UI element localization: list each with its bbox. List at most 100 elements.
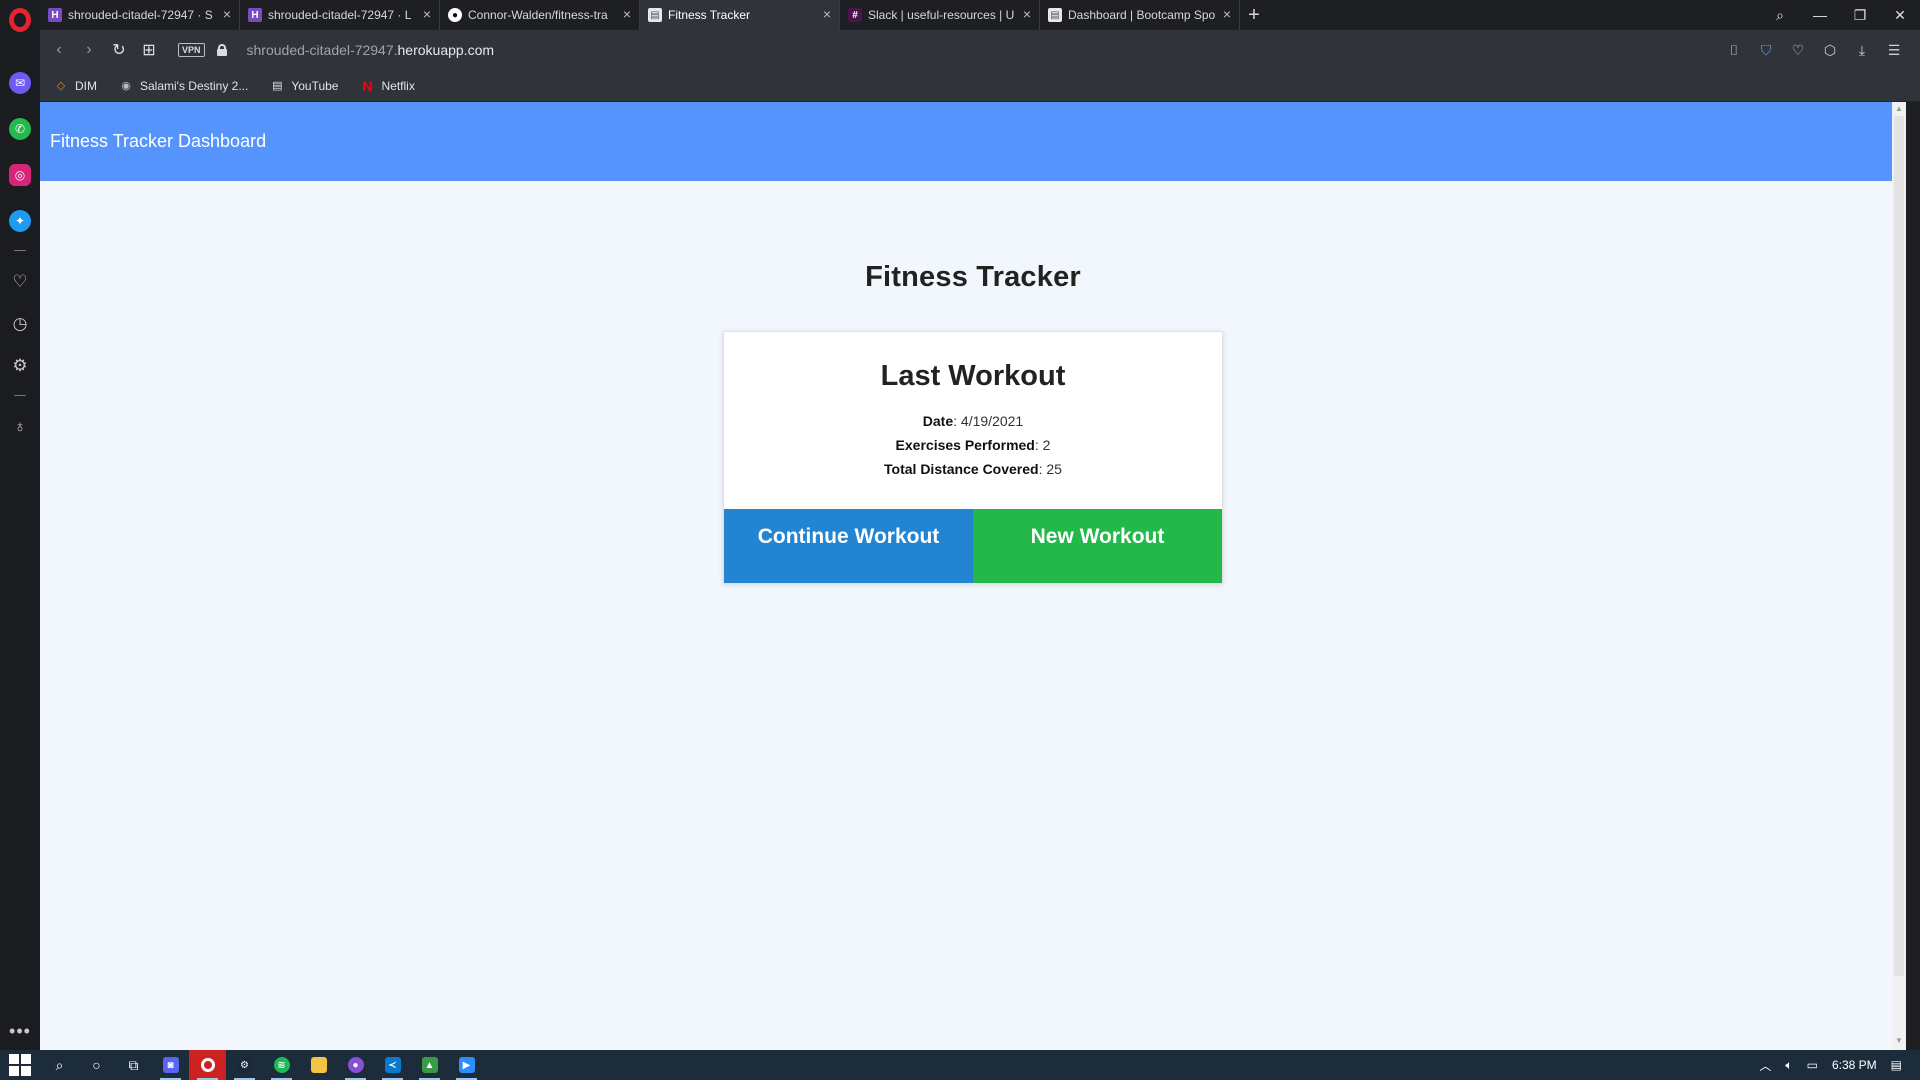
easy-setup-menu-icon[interactable]: ☰ bbox=[1878, 42, 1910, 59]
github-desktop-icon[interactable]: ● bbox=[337, 1050, 374, 1080]
close-tab-icon[interactable]: × bbox=[1223, 7, 1231, 21]
address-bar-actions: ⌷ ⛉ ♡ ⬡ ⤓ ☰ bbox=[1718, 30, 1910, 70]
sidebar-divider bbox=[14, 250, 26, 251]
bookmark-destiny[interactable]: ◉ Salami's Destiny 2... bbox=[119, 79, 248, 93]
browser-tab[interactable]: H shrouded-citadel-72947 · L × bbox=[240, 0, 440, 30]
windows-start-icon[interactable] bbox=[9, 1054, 31, 1076]
vscode-icon[interactable]: ≺ bbox=[374, 1050, 411, 1080]
adblock-shield-icon[interactable]: ⛉ bbox=[1750, 42, 1782, 59]
new-tab-plus-icon[interactable]: + bbox=[1240, 0, 1268, 30]
page-viewport: Fitness Tracker Dashboard Fitness Tracke… bbox=[40, 102, 1906, 1050]
browser-tab[interactable]: H shrouded-citadel-72947 · S × bbox=[40, 0, 240, 30]
scroll-down-arrow-icon[interactable]: ▼ bbox=[1892, 1036, 1906, 1048]
scroll-up-arrow-icon[interactable]: ▲ bbox=[1892, 104, 1906, 116]
bookmark-heart-icon[interactable]: ♡ bbox=[1782, 42, 1814, 59]
vpn-badge[interactable]: VPN bbox=[178, 43, 205, 57]
browser-tab[interactable]: ▤ Dashboard | Bootcamp Spo × bbox=[1040, 0, 1240, 30]
tab-strip: H shrouded-citadel-72947 · S × H shroude… bbox=[40, 0, 1920, 30]
back-arrow-icon[interactable]: ‹ bbox=[44, 35, 74, 65]
restore-icon[interactable]: ❐ bbox=[1840, 7, 1880, 24]
spotify-icon[interactable]: ≋ bbox=[263, 1050, 300, 1080]
close-tab-icon[interactable]: × bbox=[223, 7, 231, 21]
url-prefix: shrouded-citadel-72947. bbox=[246, 42, 398, 58]
windows-taskbar: ⌕ ○ ⧉ ◙ ⚙ ≋ ● ≺ ▲ ▶ ︿ 🔈︎ ▭ 6:38 PM ▤ bbox=[0, 1050, 1920, 1080]
date-value: 4/19/2021 bbox=[960, 413, 1024, 429]
search-tabs-icon[interactable]: ⌕ bbox=[1760, 7, 1800, 24]
bookmark-label: DIM bbox=[75, 78, 97, 93]
opera-logo-icon[interactable] bbox=[9, 8, 31, 32]
page-scrollbar[interactable]: ▲ ▼ bbox=[1892, 102, 1906, 1050]
total-distance: Total Distance Covered: 25 bbox=[884, 461, 1062, 477]
notifications-icon[interactable]: ▤ bbox=[1891, 1058, 1902, 1072]
minimize-icon[interactable]: — bbox=[1800, 7, 1840, 23]
task-view-icon[interactable]: ⧉ bbox=[115, 1050, 152, 1080]
bookmark-label: Netflix bbox=[381, 78, 415, 93]
settings-gear-icon[interactable]: ⚙ bbox=[9, 355, 31, 377]
browser-tab[interactable]: ● Connor-Walden/fitness-tra × bbox=[440, 0, 640, 30]
bookmark-label: YouTube bbox=[291, 78, 339, 93]
download-icon[interactable]: ⤓ bbox=[1846, 42, 1878, 59]
url-field[interactable]: shrouded-citadel-72947.herokuapp.com bbox=[247, 42, 495, 58]
search-icon[interactable]: ⌕ bbox=[41, 1050, 78, 1080]
destiny-icon: ◉ bbox=[121, 80, 131, 92]
cortana-circle-icon[interactable]: ○ bbox=[78, 1050, 115, 1080]
clock[interactable]: 6:38 PM bbox=[1832, 1058, 1877, 1072]
twitter-icon[interactable]: ✦ bbox=[9, 210, 31, 232]
page-title: Fitness Tracker bbox=[865, 261, 1081, 293]
bookmark-netflix[interactable]: N Netflix bbox=[360, 78, 415, 94]
bookmark-label: Salami's Destiny 2... bbox=[140, 78, 249, 93]
navbar-brand[interactable]: Fitness Tracker Dashboard bbox=[50, 131, 266, 152]
card-actions: Continue Workout New Workout bbox=[724, 509, 1222, 583]
close-tab-icon[interactable]: × bbox=[1023, 7, 1031, 21]
file-explorer-icon[interactable] bbox=[300, 1050, 337, 1080]
reload-icon[interactable]: ↻ bbox=[104, 35, 134, 65]
history-clock-icon[interactable]: ◷ bbox=[9, 313, 31, 335]
browser-tab[interactable]: # Slack | useful-resources | U × bbox=[840, 0, 1040, 30]
network-icon[interactable]: ▭ bbox=[1807, 1058, 1818, 1072]
browser-tab-active[interactable]: ▤ Fitness Tracker × bbox=[640, 0, 840, 30]
zoom-icon[interactable]: ▶ bbox=[448, 1050, 485, 1080]
tab-title: shrouded-citadel-72947 · L bbox=[268, 8, 412, 22]
close-tab-icon[interactable]: × bbox=[423, 7, 431, 21]
volume-icon[interactable]: 🔈︎ bbox=[1785, 1058, 1792, 1073]
heart-icon[interactable]: ♡ bbox=[9, 271, 31, 293]
messenger-icon[interactable]: ✉ bbox=[9, 72, 31, 94]
app-green-icon[interactable]: ▲ bbox=[411, 1050, 448, 1080]
bookmark-dim[interactable]: ◇ DIM bbox=[54, 79, 97, 93]
close-tab-icon[interactable]: × bbox=[823, 7, 831, 21]
snapshot-camera-icon[interactable]: ⌷ bbox=[1718, 42, 1750, 59]
spotify-glyph: ≋ bbox=[273, 1057, 290, 1073]
speed-dial-grid-icon[interactable]: ⊞ bbox=[134, 35, 164, 65]
exercises-performed: Exercises Performed: 2 bbox=[895, 437, 1051, 453]
steam-glyph: ⚙ bbox=[236, 1057, 253, 1073]
opera-taskbar-icon[interactable] bbox=[189, 1050, 226, 1080]
steam-icon[interactable]: ⚙ bbox=[226, 1050, 263, 1080]
bookmarks-bar: ◇ DIM ◉ Salami's Destiny 2... ▤ YouTube … bbox=[40, 70, 1920, 102]
last-workout-card: Last Workout Date: 4/19/2021 Exercises P… bbox=[723, 331, 1223, 584]
page-icon: ▤ bbox=[648, 8, 662, 22]
window-controls: ⌕ — ❐ ✕ bbox=[1760, 0, 1920, 30]
continue-workout-button[interactable]: Continue Workout bbox=[724, 509, 973, 583]
tray-chevron-up-icon[interactable]: ︿ bbox=[1759, 1057, 1771, 1074]
close-window-icon[interactable]: ✕ bbox=[1880, 7, 1920, 24]
scrollbar-thumb[interactable] bbox=[1894, 116, 1904, 976]
new-workout-button[interactable]: New Workout bbox=[973, 509, 1222, 583]
address-bar: ‹ › ↻ ⊞ VPN shrouded-citadel-72947.herok… bbox=[40, 30, 1920, 70]
vscode-glyph: ≺ bbox=[384, 1057, 401, 1073]
tab-title: Connor-Walden/fitness-tra bbox=[468, 8, 608, 22]
page-icon: ▤ bbox=[272, 80, 283, 92]
app-navbar: Fitness Tracker Dashboard bbox=[40, 102, 1906, 181]
lock-icon[interactable] bbox=[216, 44, 227, 56]
card-body: Last Workout Date: 4/19/2021 Exercises P… bbox=[724, 332, 1222, 509]
lightbulb-icon[interactable]: ♁ bbox=[9, 416, 31, 438]
close-tab-icon[interactable]: × bbox=[623, 7, 631, 21]
whatsapp-icon[interactable]: ✆ bbox=[9, 118, 31, 140]
url-host: herokuapp.com bbox=[397, 42, 495, 58]
extensions-cube-icon[interactable]: ⬡ bbox=[1814, 42, 1846, 59]
forward-arrow-icon[interactable]: › bbox=[74, 35, 104, 65]
distance-value: 25 bbox=[1046, 461, 1062, 477]
discord-icon[interactable]: ◙ bbox=[152, 1050, 189, 1080]
instagram-icon[interactable]: ◎ bbox=[9, 164, 31, 186]
sidebar-more-icon[interactable]: ••• bbox=[9, 1021, 31, 1042]
bookmark-youtube[interactable]: ▤ YouTube bbox=[270, 79, 338, 93]
